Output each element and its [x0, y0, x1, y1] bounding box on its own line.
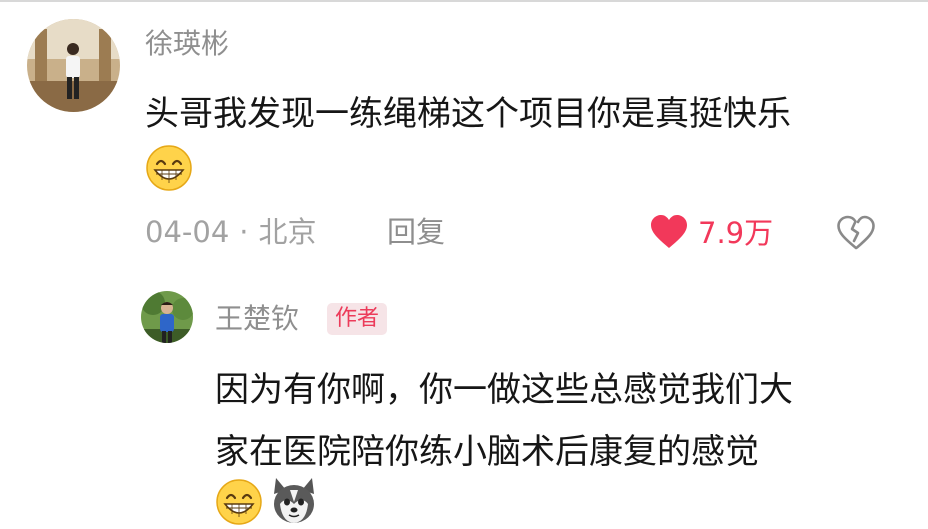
meta-separator: ·: [239, 215, 249, 249]
like-count: 7.9万: [698, 216, 774, 250]
reply-button[interactable]: 回复: [387, 218, 445, 247]
comment-text: 头哥我发现一练绳梯这个项目你是真挺快乐: [145, 94, 791, 134]
author-badge: 作者: [327, 303, 388, 335]
commenter-name[interactable]: 徐瑛彬: [145, 30, 229, 58]
husky-emoji-icon: [268, 474, 320, 526]
comment-meta: 04-04 · 北京: [145, 218, 317, 247]
commenter-avatar[interactable]: [27, 19, 120, 112]
comment-date: 04-04: [145, 215, 230, 249]
dislike-button[interactable]: [836, 215, 876, 251]
author-avatar[interactable]: [141, 291, 193, 343]
reply-text-line-2: 家在医院陪你练小脑术后康复的感觉: [215, 432, 759, 472]
reply-text-line-1: 因为有你啊，你一做这些总感觉我们大: [215, 370, 793, 410]
grinning-emoji-icon: [215, 478, 263, 526]
top-divider: [0, 0, 928, 2]
comment-location: 北京: [258, 215, 317, 249]
author-name[interactable]: 王楚钦: [215, 305, 299, 333]
broken-heart-icon: [837, 215, 875, 250]
grinning-emoji-icon: [145, 144, 193, 192]
like-button[interactable]: [649, 214, 689, 250]
heart-icon: [651, 215, 687, 248]
